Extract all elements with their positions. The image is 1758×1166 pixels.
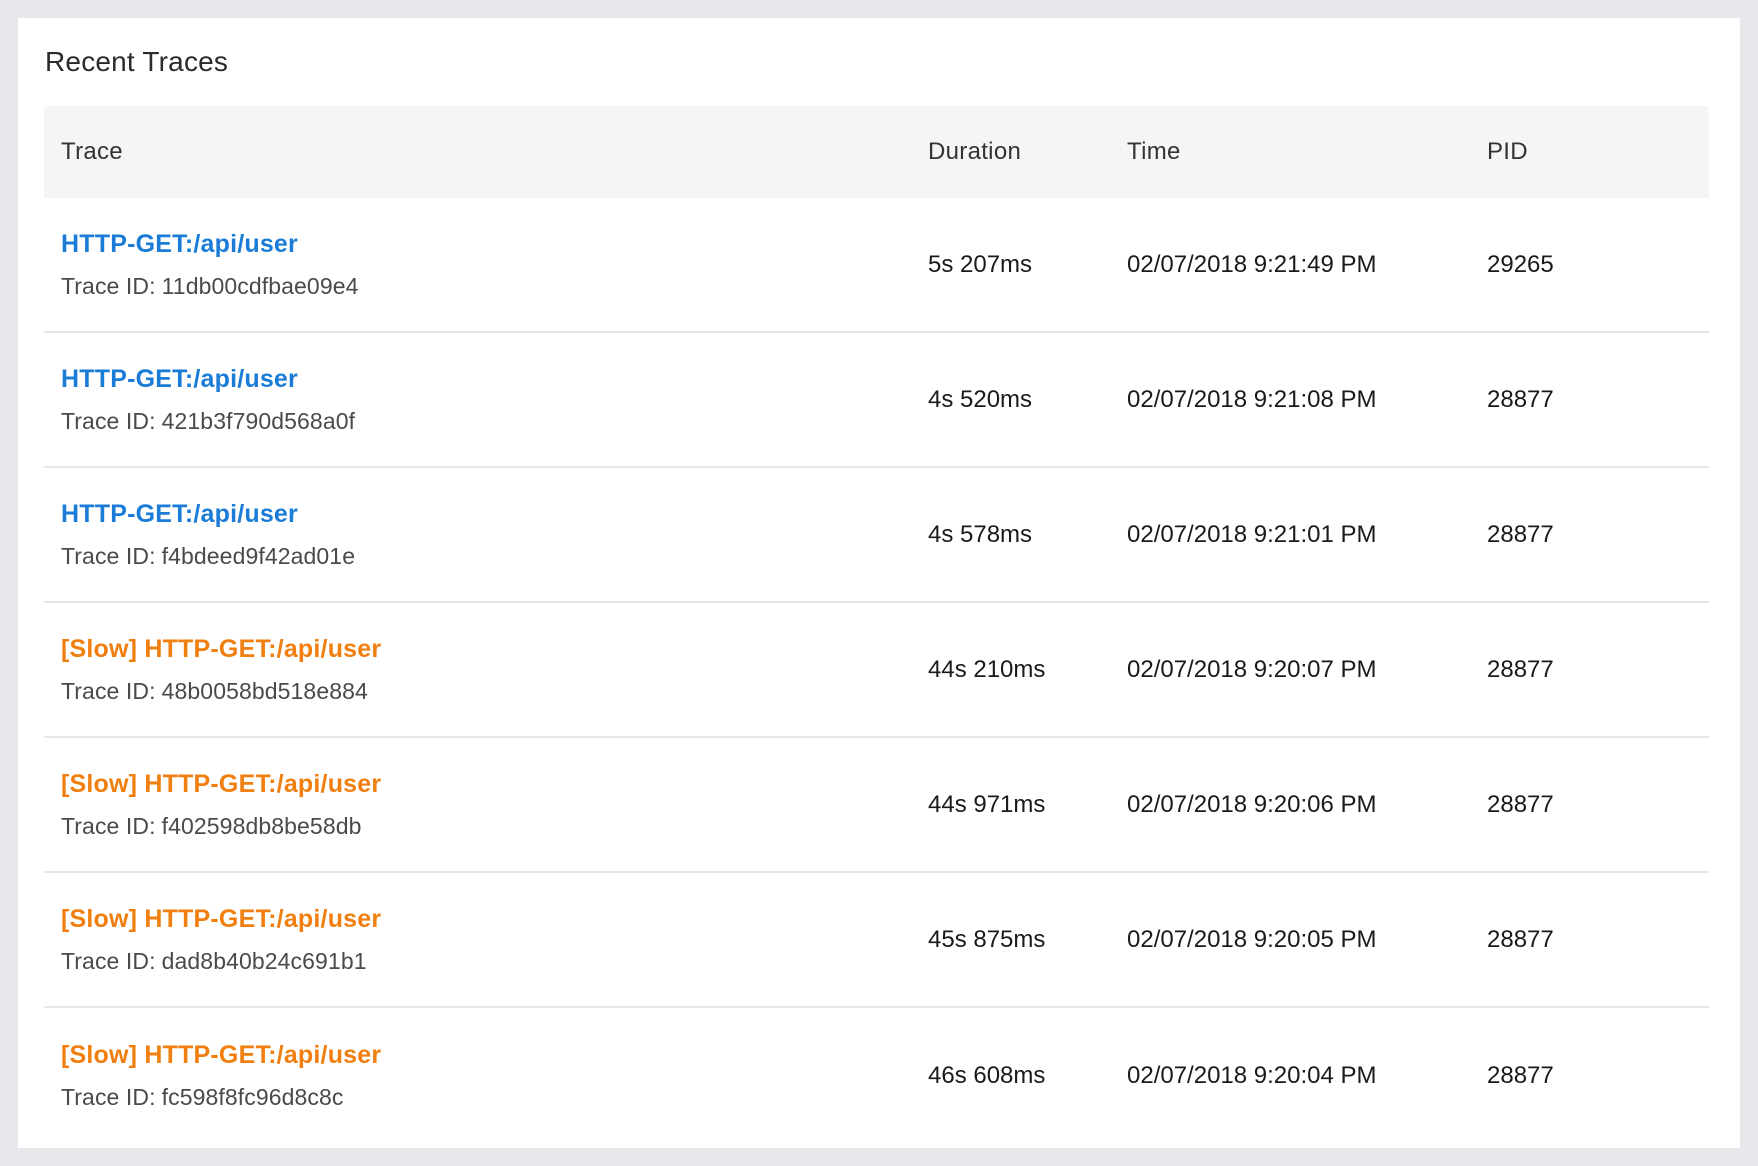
- table-row: HTTP-GET:/api/user Trace ID: 11db00cdfbae…: [44, 198, 1709, 333]
- trace-id: Trace ID: 421b3f790d568a0f: [61, 408, 928, 435]
- trace-id-value: f4bdeed9f42ad01e: [161, 542, 356, 569]
- time-cell: 02/07/2018 9:21:49 PM: [1127, 250, 1377, 278]
- trace-id-value: 421b3f790d568a0f: [161, 407, 356, 434]
- pid-cell: 28877: [1487, 1061, 1554, 1089]
- trace-id: Trace ID: fc598f8fc96d8c8c: [61, 1084, 928, 1111]
- duration-cell: 44s 210ms: [928, 655, 1046, 683]
- duration-cell: 45s 875ms: [928, 925, 1046, 953]
- panel-title: Recent Traces: [45, 46, 229, 77]
- trace-cell: [Slow] HTTP-GET:/api/user Trace ID: 48b00…: [44, 635, 928, 705]
- trace-cell: HTTP-GET:/api/user Trace ID: f4bdeed9f42a…: [44, 500, 928, 570]
- time-cell: 02/07/2018 9:20:06 PM: [1127, 790, 1377, 818]
- pid-cell: 28877: [1487, 790, 1554, 818]
- time-cell: 02/07/2018 9:21:01 PM: [1127, 520, 1377, 548]
- trace-id-value: fc598f8fc96d8c8c: [161, 1083, 344, 1110]
- trace-id: Trace ID: dad8b40b24c691b1: [61, 948, 928, 975]
- table-row: [Slow] HTTP-GET:/api/user Trace ID: 48b00…: [44, 603, 1709, 738]
- duration-cell: 46s 608ms: [928, 1061, 1046, 1089]
- trace-id-label: Trace ID:: [61, 677, 156, 704]
- duration-cell: 5s 207ms: [928, 250, 1033, 278]
- header-duration: Duration: [928, 138, 1022, 165]
- trace-id-value: 11db00cdfbae09e4: [161, 272, 359, 299]
- trace-name-link[interactable]: HTTP-GET:/api/user: [61, 500, 298, 529]
- table-header: Trace Duration Time PID: [44, 106, 1709, 198]
- duration-cell: 44s 971ms: [928, 790, 1046, 818]
- pid-cell: 29265: [1487, 250, 1554, 278]
- trace-id-value: 48b0058bd518e884: [161, 677, 368, 704]
- trace-id: Trace ID: f4bdeed9f42ad01e: [61, 543, 928, 570]
- table-row: [Slow] HTTP-GET:/api/user Trace ID: f4025…: [44, 738, 1709, 873]
- trace-id-label: Trace ID:: [61, 407, 156, 434]
- table-row: HTTP-GET:/api/user Trace ID: 421b3f790d56…: [44, 333, 1709, 468]
- slow-trace-name-link[interactable]: [Slow] HTTP-GET:/api/user: [61, 1041, 381, 1070]
- trace-id-label: Trace ID:: [61, 542, 156, 569]
- recent-traces-panel: Recent Traces Trace Duration Time PID HT…: [18, 18, 1740, 1148]
- trace-name-link[interactable]: HTTP-GET:/api/user: [61, 365, 298, 394]
- header-pid: PID: [1487, 138, 1528, 165]
- trace-cell: HTTP-GET:/api/user Trace ID: 421b3f790d56…: [44, 365, 928, 435]
- duration-cell: 4s 520ms: [928, 385, 1033, 413]
- pid-cell: 28877: [1487, 520, 1554, 548]
- trace-cell: [Slow] HTTP-GET:/api/user Trace ID: dad8b…: [44, 905, 928, 975]
- table-body: HTTP-GET:/api/user Trace ID: 11db00cdfbae…: [44, 198, 1709, 1143]
- trace-id: Trace ID: 48b0058bd518e884: [61, 678, 928, 705]
- trace-id-value: dad8b40b24c691b1: [161, 947, 367, 974]
- slow-trace-name-link[interactable]: [Slow] HTTP-GET:/api/user: [61, 905, 381, 934]
- trace-id-label: Trace ID:: [61, 1083, 156, 1110]
- traces-table: Trace Duration Time PID HTTP-GET:/api/us…: [44, 106, 1709, 1143]
- table-row: [Slow] HTTP-GET:/api/user Trace ID: dad8b…: [44, 873, 1709, 1008]
- trace-id-label: Trace ID:: [61, 272, 156, 299]
- trace-name-link[interactable]: HTTP-GET:/api/user: [61, 230, 298, 259]
- trace-id-label: Trace ID:: [61, 812, 156, 839]
- duration-cell: 4s 578ms: [928, 520, 1033, 548]
- trace-cell: [Slow] HTTP-GET:/api/user Trace ID: fc598…: [44, 1041, 928, 1111]
- trace-cell: [Slow] HTTP-GET:/api/user Trace ID: f4025…: [44, 770, 928, 840]
- table-row: HTTP-GET:/api/user Trace ID: f4bdeed9f42a…: [44, 468, 1709, 603]
- trace-id: Trace ID: f402598db8be58db: [61, 813, 928, 840]
- time-cell: 02/07/2018 9:20:05 PM: [1127, 925, 1377, 953]
- trace-id-value: f402598db8be58db: [161, 812, 362, 839]
- trace-cell: HTTP-GET:/api/user Trace ID: 11db00cdfbae…: [44, 230, 928, 300]
- pid-cell: 28877: [1487, 655, 1554, 683]
- slow-trace-name-link[interactable]: [Slow] HTTP-GET:/api/user: [61, 770, 381, 799]
- pid-cell: 28877: [1487, 925, 1554, 953]
- header-trace: Trace: [61, 138, 123, 165]
- time-cell: 02/07/2018 9:20:07 PM: [1127, 655, 1377, 683]
- trace-id-label: Trace ID:: [61, 947, 156, 974]
- time-cell: 02/07/2018 9:21:08 PM: [1127, 385, 1377, 413]
- table-row: [Slow] HTTP-GET:/api/user Trace ID: fc598…: [44, 1008, 1709, 1143]
- pid-cell: 28877: [1487, 385, 1554, 413]
- trace-id: Trace ID: 11db00cdfbae09e4: [61, 273, 928, 300]
- slow-trace-name-link[interactable]: [Slow] HTTP-GET:/api/user: [61, 635, 381, 664]
- header-time: Time: [1127, 138, 1181, 165]
- time-cell: 02/07/2018 9:20:04 PM: [1127, 1061, 1377, 1089]
